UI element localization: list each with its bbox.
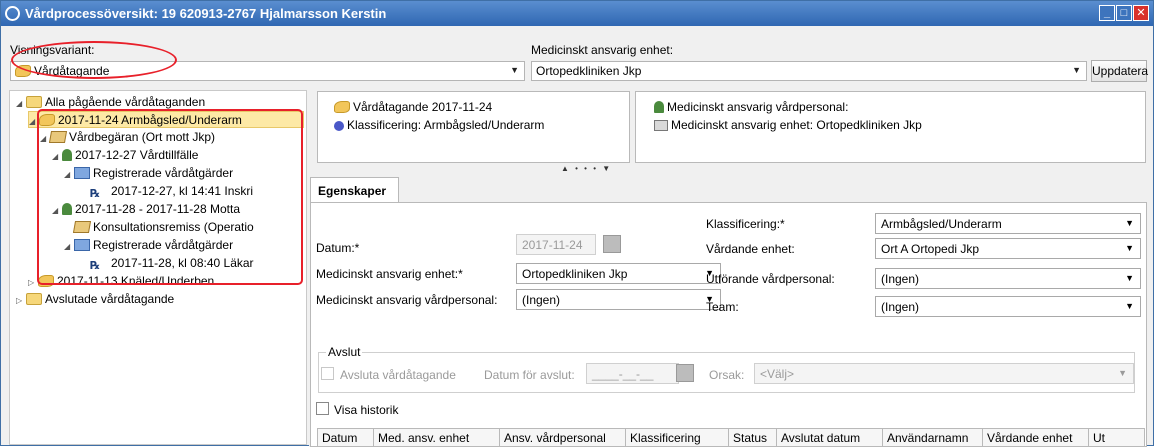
classification-line: Klassificering: Armbågsled/Underarm: [334, 118, 544, 132]
app-window: Vårdprocessöversikt: 19 620913-2767 Hjal…: [0, 0, 1154, 447]
responsible-unit-value: Ortopedkliniken Jkp: [536, 64, 642, 78]
classification-select[interactable]: Armbågsled/Underarm ▼: [875, 213, 1141, 234]
window-title: Vårdprocessöversikt: 19 620913-2767 Hjal…: [25, 6, 387, 21]
care-commitment-line: Vårdåtagande 2017-11-24: [334, 100, 492, 114]
exec-staff-label: Utförande vårdpersonal:: [706, 272, 835, 286]
close-date-field[interactable]: ____-__-__: [586, 363, 679, 384]
title-bar: Vårdprocessöversikt: 19 620913-2767 Hjal…: [1, 1, 1153, 26]
calendar-icon[interactable]: [676, 364, 694, 382]
classification-label: Klassificering:*: [706, 217, 785, 231]
tree-node-closed[interactable]: ▷ Avslutade vårdåtagande: [16, 291, 174, 308]
date-field[interactable]: 2017-11-24: [516, 234, 596, 255]
collapse-icon: ◢: [16, 99, 23, 108]
care-unit-label: Vårdande enhet:: [706, 242, 795, 256]
responsible-staff-label: Medicinskt ansvarig vårdpersonal:: [316, 293, 498, 307]
annotation-frame: [37, 109, 303, 285]
grid-col-performer[interactable]: Ut: [1089, 429, 1144, 447]
close-commitment-checkbox[interactable]: [321, 367, 334, 380]
reason-select[interactable]: <Välj> ▼: [754, 363, 1134, 384]
date-value: 2017-11-24: [522, 238, 583, 252]
person-icon: [654, 101, 664, 113]
responsible-staff-select[interactable]: (Ingen) ▼: [516, 289, 721, 310]
app-logo-icon: [5, 6, 20, 21]
maximize-button[interactable]: □: [1116, 5, 1132, 21]
exec-staff-value: (Ingen): [881, 272, 920, 286]
responsible-unit-field-select[interactable]: Ortopedkliniken Jkp ▼: [516, 263, 721, 284]
folder-icon: [26, 293, 42, 305]
minimize-button[interactable]: _: [1099, 5, 1115, 21]
grid-col-care-unit[interactable]: Vårdande enhet: [983, 429, 1089, 447]
tree-node-label: Alla pågående vårdåtaganden: [45, 95, 206, 109]
care-commitment-text: Vårdåtagande 2017-11-24: [353, 100, 493, 114]
date-label: Datum:*: [316, 241, 360, 255]
close-date-label: Datum för avslut:: [484, 368, 575, 382]
responsible-unit-select[interactable]: Ortopedkliniken Jkp ▼: [531, 61, 1087, 81]
grid-col-staff[interactable]: Ansv. vårdpersonal: [500, 429, 626, 447]
chevron-down-icon: ▼: [1118, 368, 1127, 378]
classification-text: Klassificering: Armbågsled/Underarm: [347, 118, 545, 132]
responsible-unit-label: Medicinskt ansvarig enhet:: [531, 43, 674, 57]
med-staff-line: Medicinskt ansvarig vårdpersonal:: [654, 100, 848, 114]
tree-node-label: Avslutade vårdåtagande: [45, 292, 175, 306]
responsibility-box: Medicinskt ansvarig vårdpersonal: Medici…: [635, 91, 1146, 163]
responsible-unit-field-value: Ortopedkliniken Jkp: [522, 267, 628, 281]
house-icon: [654, 120, 668, 131]
chevron-down-icon: ▼: [510, 65, 519, 75]
exec-staff-select[interactable]: (Ingen) ▼: [875, 268, 1141, 289]
show-history-checkbox[interactable]: [316, 402, 329, 415]
reason-label: Orsak:: [709, 368, 745, 382]
tab-properties[interactable]: Egenskaper: [310, 177, 399, 203]
reason-value: <Välj>: [760, 367, 795, 381]
classification-dot-icon: [334, 121, 344, 131]
classification-value: Armbågsled/Underarm: [881, 217, 1002, 231]
show-history-label: Visa historik: [334, 403, 399, 417]
team-value: (Ingen): [881, 300, 920, 314]
responsible-unit-field-label: Medicinskt ansvarig enhet:*: [316, 267, 463, 281]
team-select[interactable]: (Ingen) ▼: [875, 296, 1141, 317]
grid-col-status[interactable]: Status: [729, 429, 777, 447]
chevron-down-icon: ▼: [1125, 301, 1134, 311]
grid-col-med-unit[interactable]: Med. ansv. enhet: [374, 429, 500, 447]
care-summary-box: Vårdåtagande 2017-11-24 Klassificering: …: [317, 91, 630, 163]
update-button[interactable]: Uppdatera: [1091, 60, 1148, 82]
grid-col-classification[interactable]: Klassificering: [626, 429, 729, 447]
med-unit-text: Medicinskt ansvarig enhet: Ortopedklinik…: [671, 118, 922, 132]
calendar-icon[interactable]: [603, 235, 621, 253]
close-button[interactable]: ✕: [1133, 5, 1149, 21]
care-unit-select[interactable]: Ort A Ortopedi Jkp ▼: [875, 238, 1141, 259]
folder-icon: [26, 96, 42, 108]
team-label: Team:: [706, 300, 739, 314]
chevron-down-icon: ▼: [1125, 218, 1134, 228]
expand-icon: ▷: [16, 296, 23, 305]
chevron-down-icon: ▼: [1125, 243, 1134, 253]
responsible-staff-value: (Ingen): [522, 293, 561, 307]
med-staff-text: Medicinskt ansvarig vårdpersonal:: [667, 100, 849, 114]
care-unit-value: Ort A Ortopedi Jkp: [881, 242, 980, 256]
annotation-oval: [11, 41, 177, 79]
close-group-title: Avslut: [326, 345, 363, 359]
close-commitment-label: Avsluta vårdåtagande: [340, 368, 456, 382]
chevron-down-icon: ▼: [1072, 65, 1081, 75]
grid-col-date[interactable]: Datum: [318, 429, 374, 447]
close-date-value: ____-__-__: [592, 367, 654, 381]
grid-col-username[interactable]: Användarnamn: [883, 429, 983, 447]
med-unit-line: Medicinskt ansvarig enhet: Ortopedklinik…: [654, 118, 922, 132]
grid-col-closed-date[interactable]: Avslutat datum: [777, 429, 883, 447]
history-grid-header: Datum Med. ansv. enhet Ansv. vårdpersona…: [317, 428, 1145, 447]
chevron-down-icon: ▼: [1125, 273, 1134, 283]
pane-splitter[interactable]: ▲ • • • ▼: [561, 164, 612, 173]
hand-icon: [334, 101, 350, 113]
